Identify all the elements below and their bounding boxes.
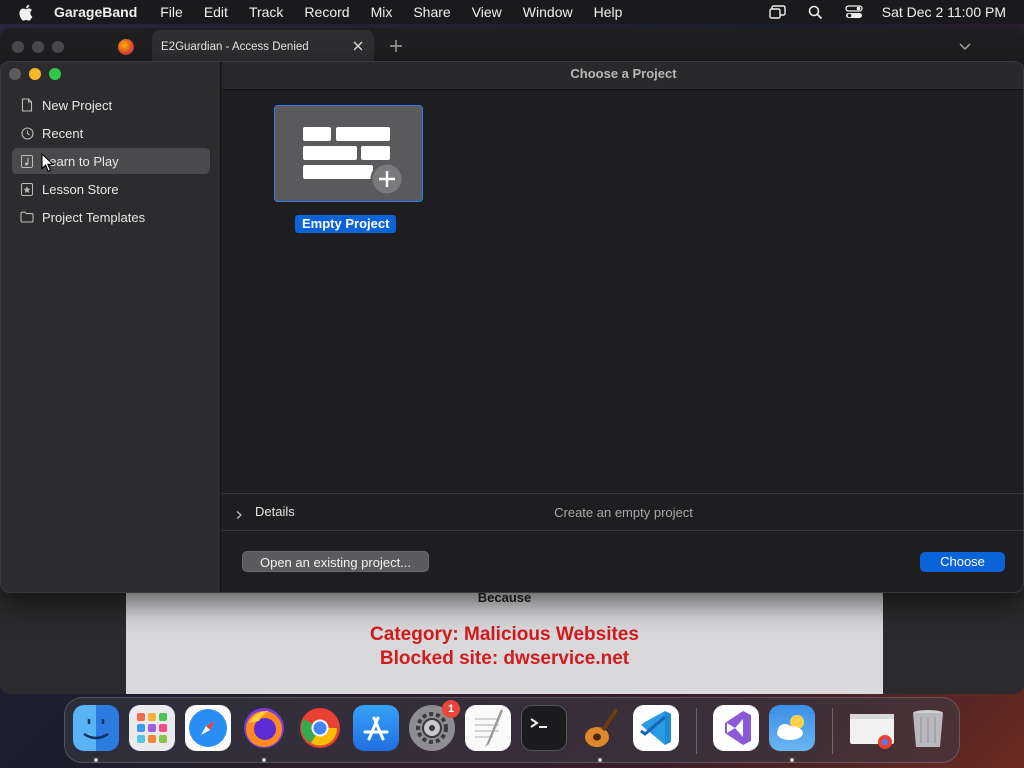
- tab-list-chevron-down-icon[interactable]: [958, 40, 972, 54]
- browser-zoom-button[interactable]: [52, 41, 64, 53]
- menu-edit[interactable]: Edit: [204, 4, 228, 20]
- music-note-icon: [20, 154, 34, 168]
- document-icon: [20, 98, 34, 112]
- sidebar-item-lesson-store[interactable]: Lesson Store: [12, 176, 210, 202]
- dock-visual-studio-icon[interactable]: [713, 705, 759, 751]
- menu-help[interactable]: Help: [594, 4, 623, 20]
- apple-menu-icon[interactable]: [18, 4, 36, 21]
- dock-vscode-icon[interactable]: [633, 705, 679, 751]
- empty-project-tracks-icon: [303, 127, 404, 196]
- sidebar-item-label: New Project: [42, 97, 113, 113]
- window-close-button[interactable]: [9, 68, 21, 80]
- menu-record[interactable]: Record: [304, 4, 349, 20]
- screen-mirroring-icon[interactable]: [768, 4, 788, 20]
- control-center-icon[interactable]: [844, 4, 864, 20]
- browser-minimize-button[interactable]: [32, 41, 44, 53]
- firefox-favicon-icon[interactable]: [118, 39, 134, 55]
- dock-textedit-icon[interactable]: [465, 705, 511, 751]
- sidebar-item-project-templates[interactable]: Project Templates: [12, 204, 210, 230]
- dock-finder-icon[interactable]: [73, 705, 119, 751]
- browser-tab-active[interactable]: E2Guardian - Access Denied: [152, 30, 374, 64]
- menubar-clock[interactable]: Sat Dec 2 11:00 PM: [882, 4, 1006, 20]
- dock-trash-icon[interactable]: [905, 705, 951, 751]
- tab-close-icon[interactable]: [352, 40, 364, 52]
- project-content-area: Choose a Project Empty Project Details C…: [222, 62, 1023, 592]
- menu-mix[interactable]: Mix: [371, 4, 393, 20]
- blocked-site: Blocked site: dwservice.net: [379, 648, 630, 669]
- dock-app-store-icon[interactable]: [353, 705, 399, 751]
- browser-tab-title: E2Guardian - Access Denied: [161, 41, 309, 53]
- sidebar-item-label: Project Templates: [42, 209, 146, 225]
- clock-icon: [20, 126, 34, 140]
- project-sidebar: New Project Recent Learn to Play Lesson …: [1, 62, 221, 592]
- open-existing-project-button[interactable]: Open an existing project...: [242, 551, 429, 572]
- window-minimize-button[interactable]: [29, 68, 41, 80]
- menu-file[interactable]: File: [160, 4, 183, 20]
- dock-garageband-icon[interactable]: [577, 705, 623, 751]
- dock-launchpad-icon[interactable]: [129, 705, 175, 751]
- dock-weather-icon[interactable]: [769, 705, 815, 751]
- empty-project-tile[interactable]: [274, 105, 423, 202]
- menu-track[interactable]: Track: [249, 4, 283, 20]
- sidebar-item-recent[interactable]: Recent: [12, 120, 210, 146]
- star-icon: [20, 182, 34, 196]
- system-settings-badge: 1: [442, 700, 460, 718]
- sidebar-item-label: Lesson Store: [42, 181, 119, 197]
- mouse-pointer-icon: [41, 153, 55, 173]
- details-description: Create an empty project: [554, 505, 693, 520]
- empty-project-label[interactable]: Empty Project: [295, 215, 397, 233]
- new-tab-icon[interactable]: [388, 38, 404, 54]
- dock-chrome-icon[interactable]: [297, 705, 343, 751]
- sidebar-item-label: Recent: [42, 125, 84, 141]
- dock-firefox-icon[interactable]: [241, 705, 287, 751]
- dock-chrome-window-icon[interactable]: [849, 705, 895, 751]
- folder-icon: [20, 210, 34, 224]
- dock-safari-icon[interactable]: [185, 705, 231, 751]
- choose-button[interactable]: Choose: [920, 552, 1005, 572]
- browser-tab-strip: E2Guardian - Access Denied: [0, 28, 1024, 64]
- spotlight-search-icon[interactable]: [806, 4, 826, 20]
- browser-close-button[interactable]: [12, 41, 24, 53]
- window-zoom-button[interactable]: [49, 68, 61, 80]
- window-title: Choose a Project: [222, 62, 1023, 90]
- blocked-category: Category: Malicious Websites: [370, 624, 639, 645]
- dock: 1: [64, 697, 960, 763]
- menu-window[interactable]: Window: [523, 4, 573, 20]
- sidebar-item-new-project[interactable]: New Project: [12, 92, 210, 118]
- menu-share[interactable]: Share: [413, 4, 450, 20]
- blocked-page-content: Because Category: Malicious Websites Blo…: [126, 588, 883, 694]
- garageband-project-chooser: New Project Recent Learn to Play Lesson …: [0, 61, 1024, 593]
- dock-terminal-icon[interactable]: [521, 705, 567, 751]
- menu-app-name[interactable]: GarageBand: [54, 4, 137, 20]
- details-bar: Details Create an empty project: [222, 493, 1023, 531]
- menu-view[interactable]: View: [472, 4, 502, 20]
- menu-bar: GarageBand File Edit Track Record Mix Sh…: [0, 0, 1024, 24]
